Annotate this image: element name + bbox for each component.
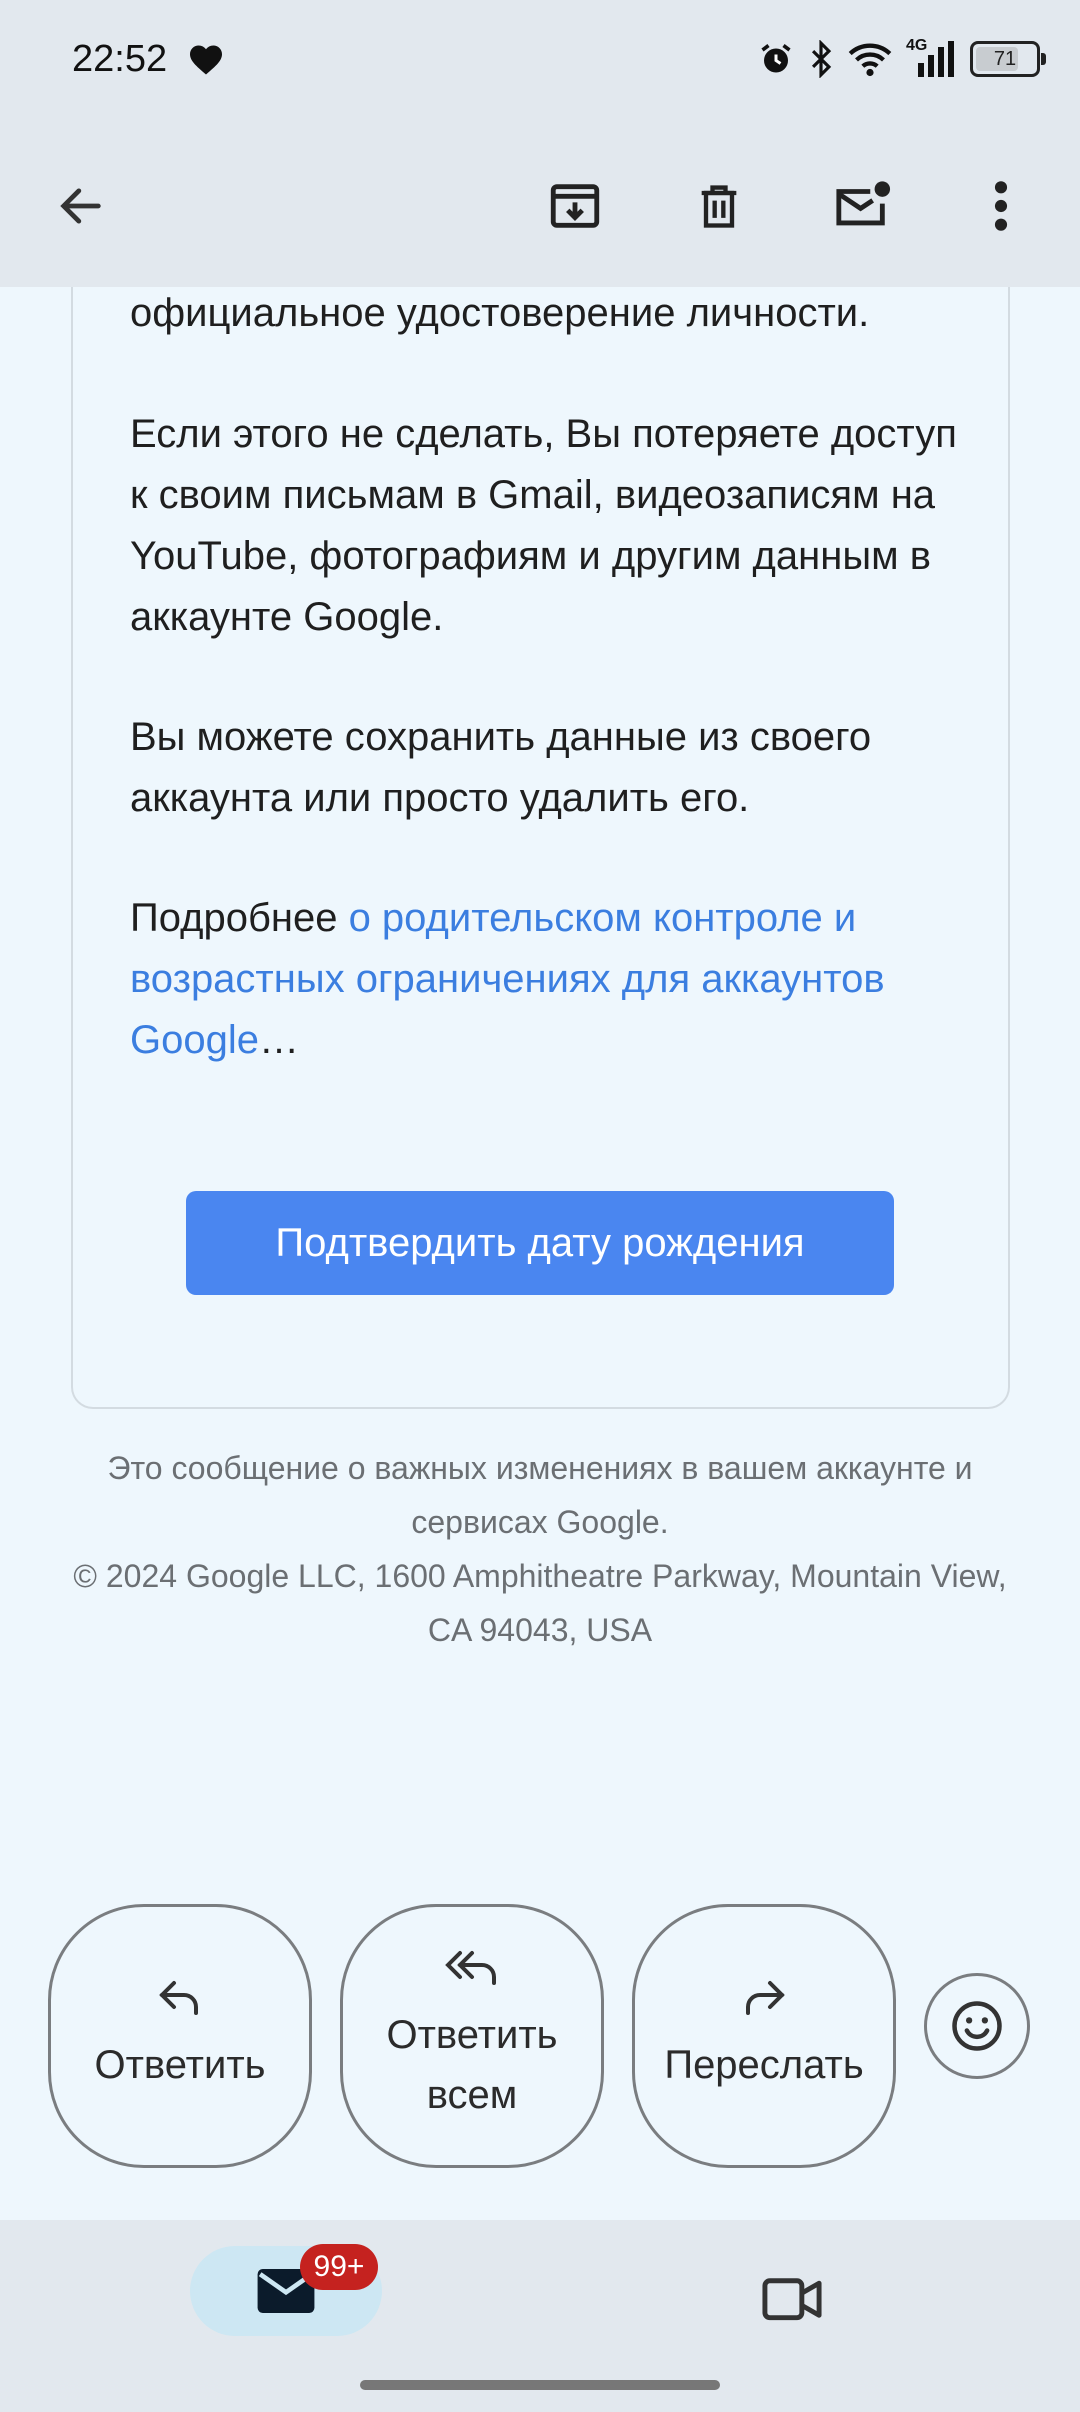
bluetooth-icon <box>811 40 832 78</box>
email-paragraph: Вы можете сохранить данные из своего акк… <box>130 715 872 820</box>
email-body: официальное удостоверение личности. Если… <box>0 287 1080 2220</box>
emoji-reaction-button[interactable] <box>924 1973 1030 2079</box>
alarm-icon <box>761 44 791 73</box>
reply-label: Ответить <box>94 2043 266 2087</box>
meet-tab[interactable] <box>752 2266 832 2330</box>
cellular-signal-icon: 4G <box>906 37 956 77</box>
battery-level: 71 <box>993 47 1017 70</box>
forward-label: Переслать <box>664 2043 864 2087</box>
mark-unread-button[interactable] <box>818 161 908 251</box>
status-bar: 22:52 4G 71 <box>0 0 1080 125</box>
more-info-suffix: … <box>258 1018 299 1062</box>
delete-button[interactable] <box>674 161 764 251</box>
confirm-birthdate-button[interactable]: Подтвердить дату рождения <box>186 1191 894 1295</box>
reply-button[interactable]: Ответить <box>48 1904 312 2168</box>
home-indicator <box>360 2380 720 2390</box>
more-vert-icon <box>994 181 1008 231</box>
reply-all-button[interactable]: Ответить всем <box>340 1904 604 2168</box>
email-toolbar <box>0 125 1080 287</box>
mark-unread-icon <box>836 181 891 226</box>
wifi-icon <box>848 43 892 77</box>
reply-icon <box>159 1981 198 2015</box>
archive-button[interactable] <box>530 161 620 251</box>
more-info-prefix: Подробнее <box>130 896 349 940</box>
reply-all-icon <box>445 1951 496 1985</box>
archive-icon <box>550 184 600 228</box>
email-more-info: Подробнее о родительском контроле и возр… <box>130 888 970 1071</box>
emoji-icon <box>952 2001 1002 2051</box>
reply-all-label: Ответить всем <box>386 2013 558 2117</box>
back-button[interactable] <box>36 161 126 251</box>
heart-icon <box>190 45 222 75</box>
forward-button[interactable]: Переслать <box>632 1904 896 2168</box>
footer-notice: Это сообщение о важных изменениях в ваше… <box>107 1450 973 1540</box>
battery-icon: 71 <box>970 41 1046 77</box>
unread-count-badge: 99+ <box>300 2244 378 2290</box>
delete-icon <box>701 185 737 228</box>
email-paragraph: Если этого не сделать, Вы потеряете дост… <box>130 412 957 639</box>
status-icons: 4G 71 <box>758 37 1046 78</box>
video-camera-icon <box>762 2278 822 2321</box>
footer-address: © 2024 Google LLC, 1600 Amphitheatre Par… <box>73 1558 1007 1648</box>
more-options-button[interactable] <box>956 161 1046 251</box>
email-paragraph: официальное удостоверение личности. <box>130 291 870 335</box>
back-arrow-icon <box>60 188 101 224</box>
status-time: 22:52 <box>72 38 168 80</box>
forward-icon <box>746 1981 785 2015</box>
